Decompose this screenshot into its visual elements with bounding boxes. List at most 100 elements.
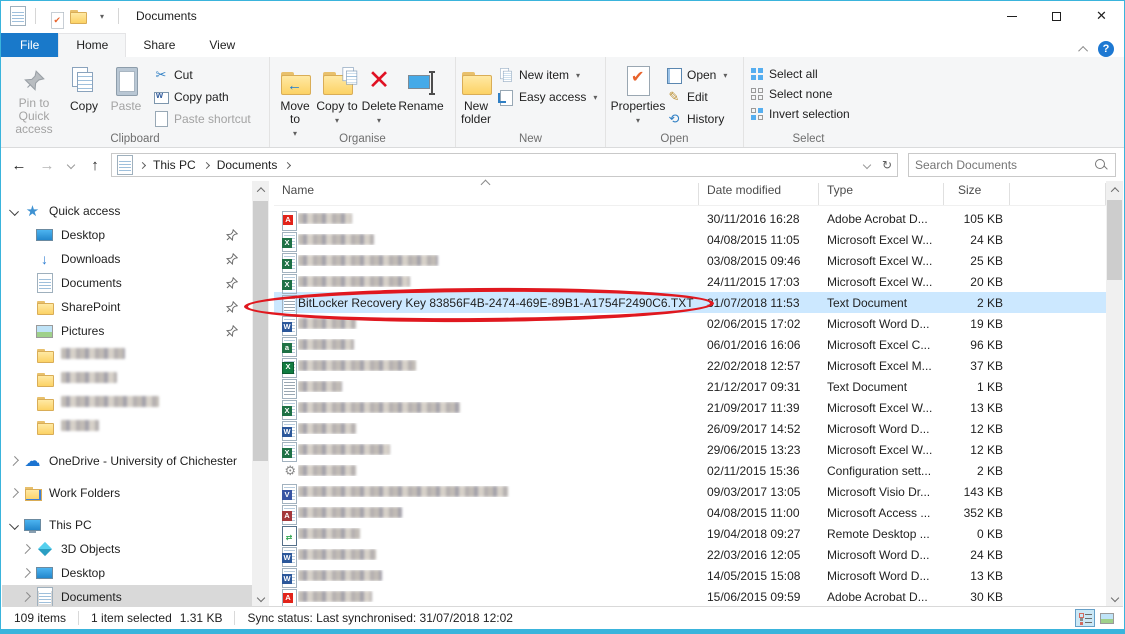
properties-button[interactable]: Properties ▾ (610, 61, 666, 127)
file-row[interactable]: 06/01/2016 16:06 Microsoft Excel C... 96… (274, 334, 1106, 355)
edit-button[interactable]: ✎ Edit (666, 89, 727, 105)
scroll-down-button[interactable] (252, 589, 269, 606)
minimize-button[interactable] (989, 1, 1034, 31)
rename-button[interactable]: Rename (400, 61, 442, 113)
up-button[interactable]: ↑ (83, 153, 107, 177)
invert-selection-button[interactable]: Invert selection (750, 107, 850, 121)
file-row[interactable]: 24/11/2015 17:03 Microsoft Excel W... 20… (274, 271, 1106, 292)
sidebar-item[interactable] (2, 391, 252, 415)
file-type: Microsoft Word D... (819, 422, 944, 436)
close-button[interactable]: ✕ (1079, 1, 1124, 31)
select-none-button[interactable]: Select none (750, 87, 850, 101)
sidebar-item[interactable]: Quick access (2, 199, 252, 223)
select-all-button[interactable]: Select all (750, 67, 850, 81)
cut-button[interactable]: ✂ Cut (153, 67, 251, 83)
breadcrumb-item[interactable]: This PC (147, 158, 202, 172)
file-row[interactable]: 03/08/2015 09:46 Microsoft Excel W... 25… (274, 250, 1106, 271)
sidebar-item[interactable]: OneDrive - University of Chichester (2, 449, 252, 473)
history-button[interactable]: ⟲ History (666, 111, 727, 127)
ribbon-tab[interactable]: File (1, 33, 58, 57)
file-row[interactable]: 02/11/2015 15:36 Configuration sett... 2… (274, 460, 1106, 481)
file-row[interactable]: 22/03/2016 12:05 Microsoft Word D... 24 … (274, 544, 1106, 565)
file-row[interactable]: 04/08/2015 11:00 Microsoft Access ... 35… (274, 502, 1106, 523)
thumbnails-view-button[interactable] (1097, 609, 1117, 627)
sidebar-item[interactable]: Documents (2, 271, 252, 295)
sidebar-item[interactable] (2, 367, 252, 391)
scroll-down-button[interactable] (1106, 589, 1123, 606)
sidebar-item[interactable]: Downloads (2, 247, 252, 271)
sidebar-item[interactable]: Desktop (2, 223, 252, 247)
collapse-ribbon-button[interactable] (1078, 45, 1088, 55)
scrollbar-thumb[interactable] (253, 201, 268, 461)
file-row[interactable]: 26/09/2017 14:52 Microsoft Word D... 12 … (274, 418, 1106, 439)
file-row[interactable]: 14/05/2015 15:08 Microsoft Word D... 13 … (274, 565, 1106, 586)
address-box[interactable]: This PC Documents ↻ (111, 153, 898, 177)
scrollbar-thumb[interactable] (1107, 200, 1122, 280)
sidebar-item[interactable]: Desktop (2, 561, 252, 585)
column-header-type[interactable]: Type (819, 183, 944, 205)
recent-locations-button[interactable] (63, 153, 79, 177)
paste-shortcut-icon (153, 111, 169, 127)
file-row[interactable]: 04/08/2015 11:05 Microsoft Excel W... 24… (274, 229, 1106, 250)
column-header-size[interactable]: Size (944, 183, 1010, 205)
pin-to-quick-access-button[interactable]: Pin to Quick access (5, 61, 63, 136)
scroll-up-button[interactable] (252, 181, 269, 198)
copy-to-button[interactable]: Copy to ▾ (316, 61, 358, 127)
ribbon-tab[interactable]: View (192, 34, 252, 57)
sidebar-scrollbar[interactable] (252, 181, 269, 606)
file-row[interactable]: 15/06/2015 09:59 Adobe Acrobat D... 30 K… (274, 586, 1106, 607)
chevron-icon[interactable] (9, 456, 19, 466)
back-button[interactable]: ← (7, 153, 31, 177)
sidebar-item[interactable] (2, 343, 252, 367)
new-item-button[interactable]: New item ▾ (498, 67, 597, 83)
file-row[interactable]: 29/06/2015 13:23 Microsoft Excel W... 12… (274, 439, 1106, 460)
chevron-icon[interactable] (9, 206, 19, 216)
file-row[interactable]: 19/04/2018 09:27 Remote Desktop ... 0 KB (274, 523, 1106, 544)
chevron-icon[interactable] (9, 520, 19, 530)
ribbon-tab[interactable]: Home (58, 33, 126, 57)
column-header-date-modified[interactable]: Date modified (699, 183, 819, 205)
file-row[interactable]: 21/12/2017 09:31 Text Document 1 KB (274, 376, 1106, 397)
new-folder-quick-button[interactable] (67, 6, 87, 26)
scroll-up-button[interactable] (1106, 181, 1123, 198)
paste-button[interactable]: Paste (105, 61, 147, 113)
sidebar-item[interactable]: Documents (2, 585, 252, 606)
sidebar-item[interactable]: This PC (2, 513, 252, 537)
delete-button[interactable]: ✕ Delete ▾ (358, 61, 400, 127)
sidebar-item[interactable]: Work Folders (2, 481, 252, 505)
chevron-icon[interactable] (21, 544, 31, 554)
forward-button[interactable]: → (35, 153, 59, 177)
new-folder-button[interactable]: New folder (460, 61, 492, 126)
list-scrollbar[interactable] (1106, 181, 1123, 606)
sidebar-item[interactable]: Pictures (2, 319, 252, 343)
move-to-button[interactable]: ← Move to ▾ (274, 61, 316, 140)
maximize-button[interactable] (1034, 1, 1079, 31)
file-row[interactable]: BitLocker Recovery Key 83856F4B-2474-469… (274, 292, 1106, 313)
file-row[interactable]: 21/09/2017 11:39 Microsoft Excel W... 13… (274, 397, 1106, 418)
help-button[interactable]: ? (1098, 41, 1114, 57)
properties-quick-button[interactable] (43, 6, 63, 26)
sidebar-item[interactable]: SharePoint (2, 295, 252, 319)
address-dropdown-button[interactable] (857, 154, 877, 176)
easy-access-button[interactable]: Easy access ▾ (498, 89, 597, 105)
file-row[interactable]: 30/11/2016 16:28 Adobe Acrobat D... 105 … (274, 208, 1106, 229)
ribbon-tab[interactable]: Share (126, 34, 192, 57)
copy-to-icon (321, 65, 353, 97)
file-row[interactable]: 02/06/2015 17:02 Microsoft Word D... 19 … (274, 313, 1106, 334)
file-row[interactable]: 22/02/2018 12:57 Microsoft Excel M... 37… (274, 355, 1106, 376)
chevron-icon[interactable] (21, 568, 31, 578)
file-row[interactable]: 09/03/2017 13:05 Microsoft Visio Dr... 1… (274, 481, 1106, 502)
copy-path-button[interactable]: Copy path (153, 89, 251, 105)
sidebar-item[interactable] (2, 415, 252, 439)
chevron-icon[interactable] (9, 488, 19, 498)
search-input[interactable] (909, 158, 1093, 172)
sidebar-item[interactable]: 3D Objects (2, 537, 252, 561)
refresh-button[interactable]: ↻ (877, 154, 897, 176)
details-view-button[interactable] (1075, 609, 1095, 627)
breadcrumb-item[interactable]: Documents (211, 158, 284, 172)
copy-button[interactable]: Copy (63, 61, 105, 113)
chevron-icon[interactable] (21, 592, 31, 602)
qat-customize-button[interactable]: ▾ (91, 6, 111, 26)
open-button[interactable]: Open ▾ (666, 67, 727, 83)
paste-shortcut-button[interactable]: Paste shortcut (153, 111, 251, 127)
